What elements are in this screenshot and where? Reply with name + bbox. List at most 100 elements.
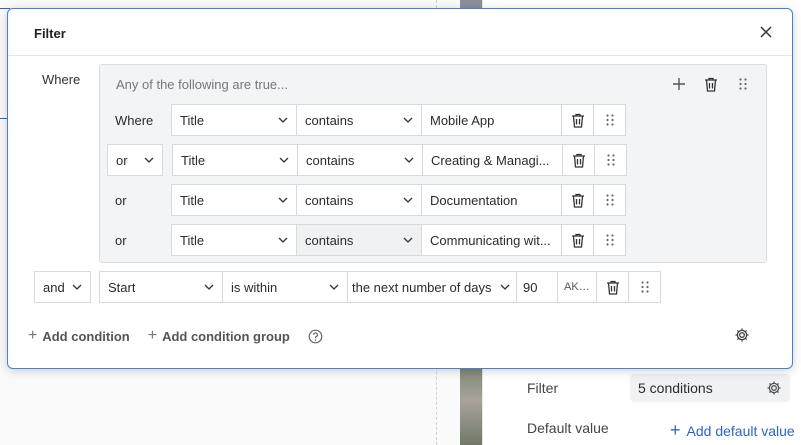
condition-value: Creating & Managi... — [431, 152, 550, 168]
connector-value: Where — [115, 112, 154, 128]
chevron-down-icon — [204, 284, 214, 290]
connector-value: or — [115, 232, 127, 248]
chevron-down-icon — [278, 117, 288, 123]
trash-icon — [571, 113, 584, 128]
connector-label: or — [107, 184, 171, 216]
chevron-down-icon — [403, 197, 413, 203]
trash-icon[interactable] — [702, 75, 720, 93]
dialog-header: Filter — [8, 9, 792, 56]
drag-handle[interactable] — [628, 271, 661, 303]
plus-icon: + — [670, 420, 681, 440]
condition-row: or Title contains Creating & Managi... — [107, 144, 627, 176]
add-default-value-label: Add default value — [686, 422, 795, 439]
group-header: Any of the following are true... — [116, 77, 288, 92]
chevron-down-icon — [404, 157, 414, 163]
where-label: Where — [42, 72, 81, 87]
condition-value: Mobile App — [430, 112, 495, 128]
chevron-down-icon — [329, 284, 339, 290]
connector-select[interactable]: or — [107, 144, 163, 176]
dialog-footer: + Add condition + Add condition group — [28, 327, 323, 345]
filter-property-field[interactable]: 5 conditions — [630, 374, 790, 402]
operator-value: contains — [305, 112, 354, 128]
trash-icon — [571, 233, 584, 248]
operator-value: contains — [305, 192, 354, 208]
add-default-value-link[interactable]: + Add default value — [670, 420, 795, 441]
operator-value: contains — [306, 152, 355, 168]
chevron-down-icon — [403, 117, 413, 123]
connector-label: or — [107, 224, 171, 256]
field-select[interactable]: Title — [171, 224, 297, 256]
plus-icon: + — [147, 327, 158, 344]
chevron-down-icon — [144, 157, 154, 163]
operator-select[interactable]: is within — [222, 271, 348, 303]
condition-value: Documentation — [430, 192, 518, 208]
drag-handle[interactable] — [593, 224, 626, 256]
drag-handle[interactable] — [594, 144, 627, 176]
delete-condition-button[interactable] — [561, 104, 594, 136]
value-input[interactable]: Creating & Managi... — [422, 144, 563, 176]
operator-select[interactable]: contains — [297, 144, 423, 176]
value-input[interactable]: Communicating wit... — [421, 224, 562, 256]
field-value: Title — [180, 232, 205, 248]
chevron-down-icon — [500, 284, 510, 290]
connector-value: or — [115, 192, 127, 208]
drag-handle[interactable] — [593, 184, 626, 216]
value-input[interactable]: Mobile App — [421, 104, 562, 136]
connector-value: and — [43, 279, 65, 295]
outer-condition-row: and Start is within the next number of d… — [34, 271, 661, 303]
operator-select[interactable]: contains — [296, 224, 422, 256]
trash-icon — [572, 153, 585, 168]
add-icon[interactable] — [670, 75, 688, 93]
filter-dialog: Filter Where Any of the following are tr… — [7, 8, 793, 369]
plus-icon: + — [28, 327, 38, 344]
chevron-down-icon — [278, 197, 288, 203]
delete-condition-button[interactable] — [561, 224, 594, 256]
condition-value: Communicating wit... — [430, 232, 551, 248]
chevron-down-icon — [279, 157, 289, 163]
field-value: Title — [181, 152, 206, 168]
help-icon[interactable] — [308, 329, 323, 344]
days-value: 90 — [523, 279, 538, 295]
delete-condition-button[interactable] — [562, 144, 595, 176]
drag-handle-icon[interactable] — [734, 75, 752, 93]
operator-select[interactable]: contains — [296, 184, 422, 216]
value-input[interactable]: Documentation — [421, 184, 562, 216]
trash-icon — [571, 193, 584, 208]
days-input[interactable]: 90 — [516, 271, 558, 303]
add-condition-group-label: Add condition group — [162, 328, 290, 344]
drag-handle-icon — [605, 234, 614, 246]
drag-handle-icon — [606, 154, 615, 166]
connector-label: Where — [107, 104, 171, 136]
connector-value: or — [116, 152, 128, 168]
delete-condition-button[interactable] — [596, 271, 629, 303]
add-condition-label: Add condition — [42, 328, 130, 344]
field-select[interactable]: Title — [172, 144, 298, 176]
close-icon[interactable] — [758, 24, 774, 40]
operator-select[interactable]: contains — [296, 104, 422, 136]
range-select[interactable]: the next number of days — [347, 271, 517, 303]
drag-handle-icon — [605, 114, 614, 126]
filter-property-value: 5 conditions — [638, 380, 713, 396]
range-value: the next number of days — [352, 279, 492, 295]
filter-property-label: Filter — [527, 380, 559, 396]
gear-icon[interactable] — [734, 327, 750, 343]
timezone-badge: AKDT — [557, 271, 597, 303]
chevron-down-icon — [403, 237, 413, 243]
drag-handle-icon — [605, 194, 614, 206]
add-condition-group-button[interactable]: + Add condition group — [148, 327, 290, 345]
condition-row: or Title contains Communicating wit... — [107, 224, 626, 256]
add-condition-button[interactable]: + Add condition — [28, 327, 130, 345]
delete-condition-button[interactable] — [561, 184, 594, 216]
default-value-label: Default value — [527, 420, 609, 436]
field-value: Title — [180, 112, 205, 128]
field-select[interactable]: Title — [171, 104, 297, 136]
field-select[interactable]: Start — [99, 271, 223, 303]
timezone-value: AKDT — [564, 281, 590, 293]
gear-icon[interactable] — [766, 380, 782, 396]
field-select[interactable]: Title — [171, 184, 297, 216]
drag-handle[interactable] — [593, 104, 626, 136]
chevron-down-icon — [72, 284, 82, 290]
connector-select[interactable]: and — [34, 271, 91, 303]
condition-row: Where Title contains Mobile App — [107, 104, 626, 136]
trash-icon — [606, 280, 619, 295]
